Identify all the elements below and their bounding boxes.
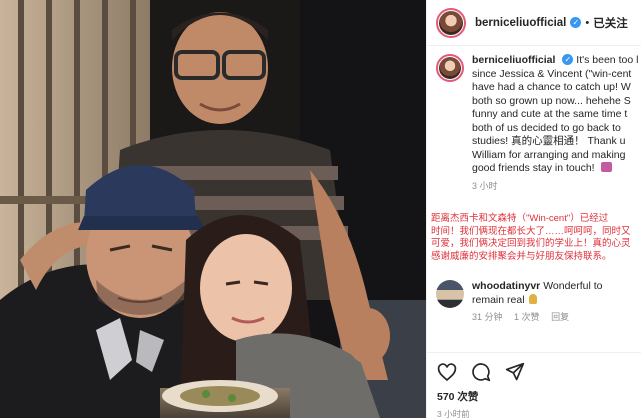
post-actions: 570 次赞 3 小时前 xyxy=(427,352,641,418)
comment-text: Wonderful to xyxy=(543,280,603,292)
author-username[interactable]: berniceliuofficial xyxy=(475,17,566,29)
hands-emoji-icon xyxy=(600,162,612,172)
post-time-ago: 3 小时前 xyxy=(437,409,470,418)
caption-line-2: since Jessica & Vincent ("win-cent xyxy=(472,67,632,80)
translation-overlay: 距离杰西卡和文森特（"Win-cent"）已经过 时间！我们俩现在都长大了……呵… xyxy=(431,213,641,263)
follow-status-button[interactable]: 已关注 xyxy=(593,15,628,31)
translation-line: 时间！我们俩现在都长大了……呵呵呵，同时又 xyxy=(431,225,631,237)
translation-line: 感谢威廉的安排聚会并与好朋友保持联系。 xyxy=(431,250,612,262)
like-count[interactable]: 570 次赞 xyxy=(437,389,641,404)
comment-meta: 31 分钟 1 次赞 回复 xyxy=(472,311,603,325)
comment-likes[interactable]: 1 次赞 xyxy=(514,312,540,322)
caption-line-4: both so grown up now... hehehe S xyxy=(472,94,631,107)
post-header: berniceliuofficial ✓ • 已关注 xyxy=(427,0,641,46)
verified-badge-icon: ✓ xyxy=(570,17,582,28)
caption-line-3: have had a chance to catch up! W xyxy=(472,81,631,93)
praying-emoji-icon xyxy=(529,293,538,304)
commenter-avatar[interactable] xyxy=(436,280,464,308)
action-icons xyxy=(437,361,641,383)
separator-dot: • xyxy=(585,16,590,29)
caption-author-avatar[interactable] xyxy=(436,54,464,82)
post-photo xyxy=(0,0,426,418)
heart-icon[interactable] xyxy=(437,362,457,382)
author-avatar[interactable] xyxy=(436,7,466,38)
reply-button[interactable]: 回复 xyxy=(551,312,569,322)
commenter-username[interactable]: whoodatinyvr xyxy=(472,280,540,292)
caption-line-9: good friends stay in touch! xyxy=(472,162,638,176)
caption-line-8: William for arranging and making xyxy=(472,148,626,161)
verified-badge-icon: ✓ xyxy=(562,54,574,65)
comment-time: 31 分钟 xyxy=(472,312,503,322)
caption-username[interactable]: berniceliuofficial xyxy=(472,54,555,66)
translation-line: 可爱，我们俩决定回到我们的学业上！真的心灵 xyxy=(431,238,631,250)
caption-time: 3 小时 xyxy=(472,180,498,191)
photo-content xyxy=(0,0,426,418)
caption-block: berniceliuofficial ✓ It's been too l sin… xyxy=(427,54,641,193)
caption-line-7: studies! 真的心靈相通！ Thank u xyxy=(472,135,626,147)
comment-bubble-icon[interactable] xyxy=(471,362,491,382)
caption-line-5: funny and cute at the same time t xyxy=(472,108,628,120)
comment-item: whoodatinyvr Wonderful to remain real 31… xyxy=(427,280,603,325)
translation-line: 距离杰西卡和文森特（"Win-cent"）已经过 xyxy=(431,213,609,224)
caption-line-1: berniceliuofficial ✓ It's been too l xyxy=(472,54,639,66)
paper-plane-icon[interactable] xyxy=(505,362,525,382)
caption-line-6: both of us decided to go back to xyxy=(472,121,621,134)
comment-text-cont: remain real xyxy=(472,293,525,306)
post-sidebar: berniceliuofficial ✓ • 已关注 berniceliuoff… xyxy=(426,0,641,418)
